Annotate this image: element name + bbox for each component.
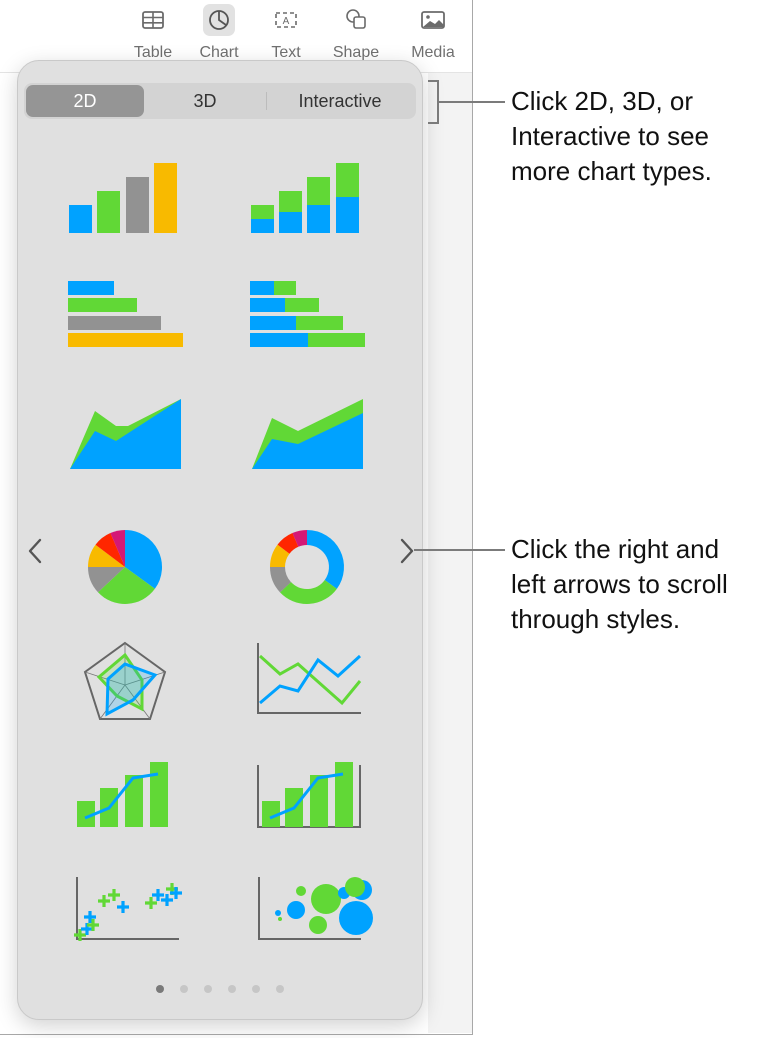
chart-type-donut[interactable] [242, 511, 372, 611]
page-dot[interactable] [228, 985, 236, 993]
page-dot[interactable] [204, 985, 212, 993]
scatter-mark [145, 897, 157, 909]
chart-type-bar[interactable] [60, 273, 190, 373]
scatter-mark [98, 895, 110, 907]
svg-text:A: A [283, 16, 290, 27]
page-dot[interactable] [276, 985, 284, 993]
callout-line: left arrows to scroll [511, 569, 728, 599]
callout-leader-segments [439, 101, 505, 103]
callout-line: Interactive to see [511, 121, 709, 151]
column-bar [154, 163, 177, 233]
page-indicator [18, 985, 422, 993]
toolbar-text-button[interactable]: A Text [256, 4, 316, 62]
document-canvas-edge [428, 73, 472, 1033]
chart-type-column[interactable] [60, 155, 190, 255]
scatter-mark [108, 889, 120, 901]
chart-type-stacked-column[interactable] [242, 155, 372, 255]
column-bar [126, 177, 149, 233]
callout-line: more chart types. [511, 156, 712, 186]
page-dot[interactable] [156, 985, 164, 993]
next-styles-button[interactable] [393, 533, 419, 569]
chart-icon [203, 4, 235, 36]
callout-arrows: Click the right and left arrows to scrol… [511, 532, 728, 637]
toolbar-shape-button[interactable]: Shape [326, 4, 386, 62]
callout-segments: Click 2D, 3D, or Interactive to see more… [511, 84, 712, 189]
chart-picker-popover: 2D 3D Interactive [17, 60, 423, 1020]
previous-styles-button[interactable] [23, 533, 49, 569]
column-bar [69, 205, 92, 233]
chart-type-radar[interactable] [60, 631, 190, 731]
page-dot[interactable] [180, 985, 188, 993]
chart-type-two-axis[interactable] [242, 751, 372, 851]
chart-type-stacked-area[interactable] [242, 391, 372, 491]
media-icon [417, 4, 449, 36]
chart-type-stacked-bar[interactable] [242, 273, 372, 373]
chart-type-scatter[interactable] [60, 869, 190, 969]
chart-type-pie[interactable] [60, 511, 190, 611]
segment-2d[interactable]: 2D [26, 85, 144, 117]
callout-leader-arrows [414, 549, 505, 551]
toolbar-media-label: Media [411, 44, 455, 61]
chart-type-mixed[interactable] [60, 751, 190, 851]
column-bar [97, 191, 120, 233]
segment-interactive[interactable]: Interactive [267, 85, 413, 117]
chevron-left-icon [28, 538, 42, 564]
callout-bracket-bottom [428, 122, 439, 124]
chart-type-bubble[interactable] [242, 869, 373, 969]
text-box-icon: A [270, 4, 302, 36]
chart-dimension-segmented-control: 2D 3D Interactive [24, 83, 416, 119]
page-dot[interactable] [252, 985, 260, 993]
chart-type-line[interactable] [242, 631, 372, 731]
chart-type-area[interactable] [60, 391, 190, 491]
table-icon [137, 4, 169, 36]
chevron-right-icon [400, 538, 414, 564]
toolbar-chart-button[interactable]: Chart [189, 4, 249, 62]
callout-line: through styles. [511, 604, 681, 634]
scatter-mark [117, 901, 129, 913]
callout-line: Click 2D, 3D, or [511, 86, 694, 116]
toolbar-table-button[interactable]: Table [123, 4, 183, 62]
shape-icon [340, 4, 372, 36]
callout-line: Click the right and [511, 534, 720, 564]
segment-3d[interactable]: 3D [144, 85, 266, 117]
toolbar-media-button[interactable]: Media [403, 4, 463, 62]
